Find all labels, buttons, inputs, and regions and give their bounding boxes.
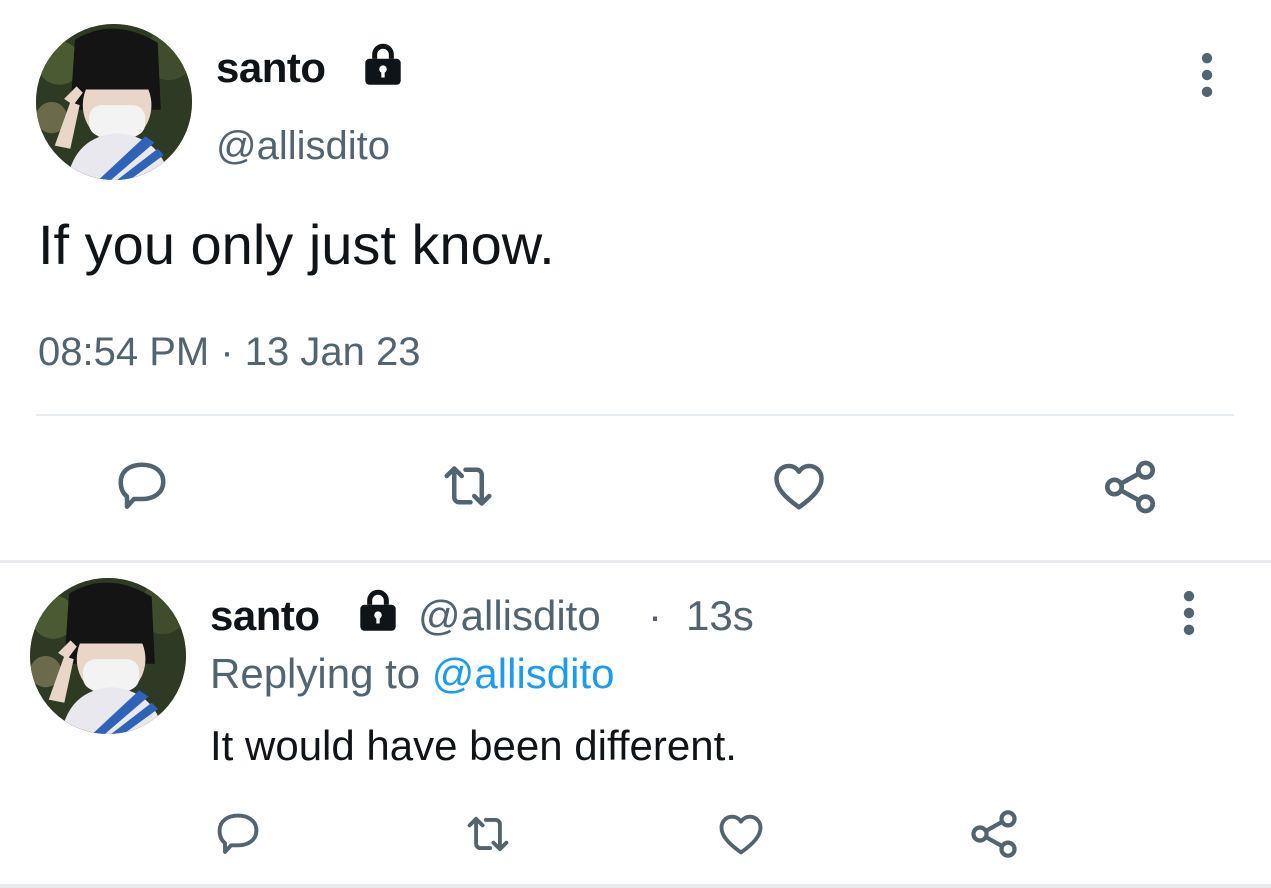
display-name[interactable]: santo — [216, 44, 326, 92]
share-icon[interactable] — [1098, 456, 1162, 518]
more-options-icon[interactable] — [1172, 590, 1206, 636]
tweet-text: It would have been different. — [210, 722, 737, 769]
mention-link[interactable]: @allisdito — [432, 650, 615, 697]
separator-dot: · — [648, 592, 662, 639]
bottom-border — [0, 884, 1271, 888]
like-icon[interactable] — [768, 456, 830, 516]
display-name[interactable]: santo — [210, 592, 320, 640]
reply-icon[interactable] — [112, 456, 172, 516]
tweet-text: If you only just know. — [38, 213, 555, 276]
lock-icon — [353, 586, 403, 636]
retweet-icon[interactable] — [436, 456, 500, 516]
relative-time[interactable]: 13s — [686, 592, 754, 640]
user-handle[interactable]: @allisdito — [418, 592, 601, 640]
retweet-icon[interactable] — [460, 808, 516, 860]
reply-icon[interactable] — [212, 808, 264, 860]
avatar[interactable] — [36, 24, 192, 180]
main-tweet: santo @allisdito If you only just know. … — [0, 0, 1271, 560]
lock-icon — [358, 40, 408, 90]
tweet-timestamp[interactable]: 08:54 PM · 13 Jan 23 — [38, 330, 420, 375]
replying-prefix: Replying to — [210, 650, 421, 697]
replying-to: Replying to @allisdito — [210, 650, 615, 698]
more-options-icon[interactable] — [1190, 52, 1224, 98]
section-divider — [0, 560, 1271, 563]
avatar[interactable] — [30, 578, 186, 734]
like-icon[interactable] — [714, 808, 768, 860]
share-icon[interactable] — [966, 806, 1022, 862]
divider — [36, 414, 1234, 416]
user-handle[interactable]: @allisdito — [216, 124, 390, 169]
